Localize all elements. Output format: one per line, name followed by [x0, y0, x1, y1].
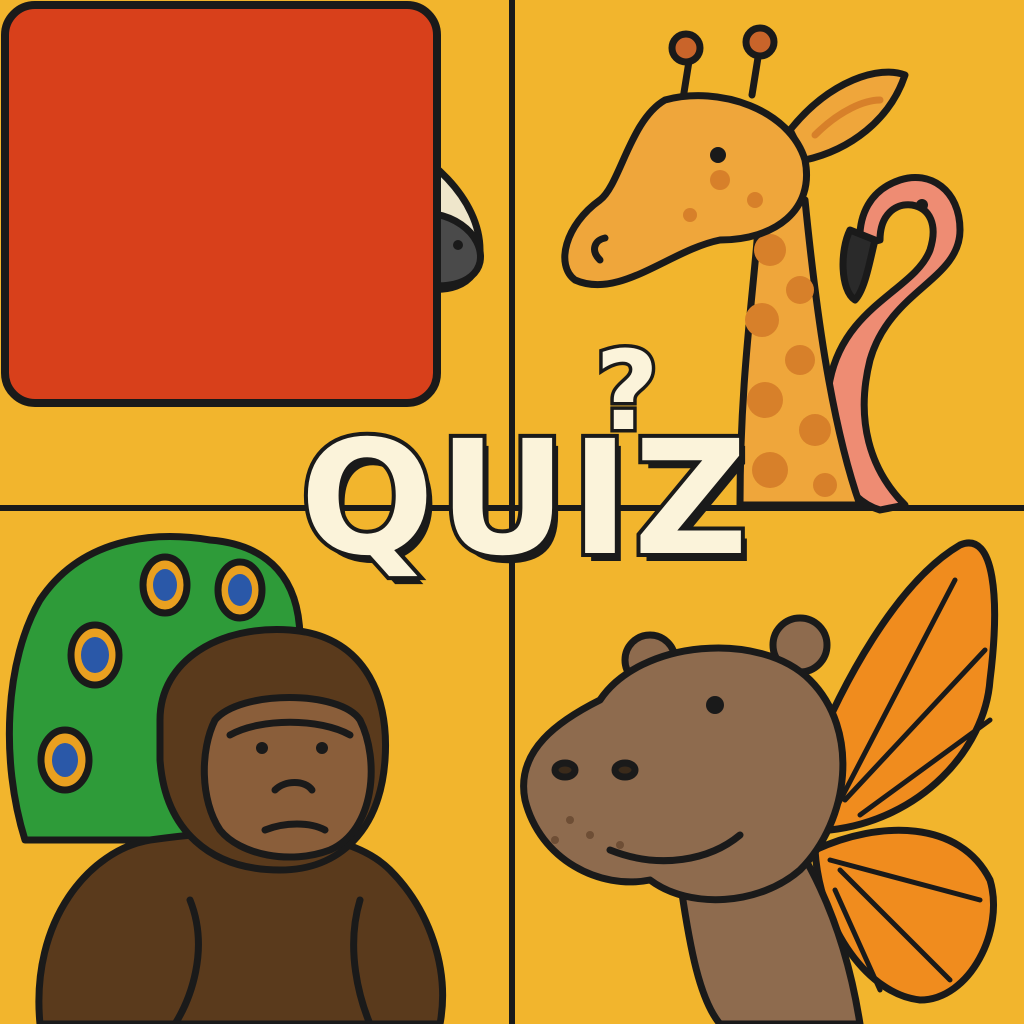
gorilla-peacock-icon[interactable]: [5, 533, 446, 1024]
quiz-title[interactable]: QUIZ: [296, 416, 752, 582]
quiz-card: [1, 1, 441, 407]
quiz-cover: ? QUIZ: [0, 0, 1024, 1024]
hippo-butterfly-icon[interactable]: [520, 539, 999, 1024]
